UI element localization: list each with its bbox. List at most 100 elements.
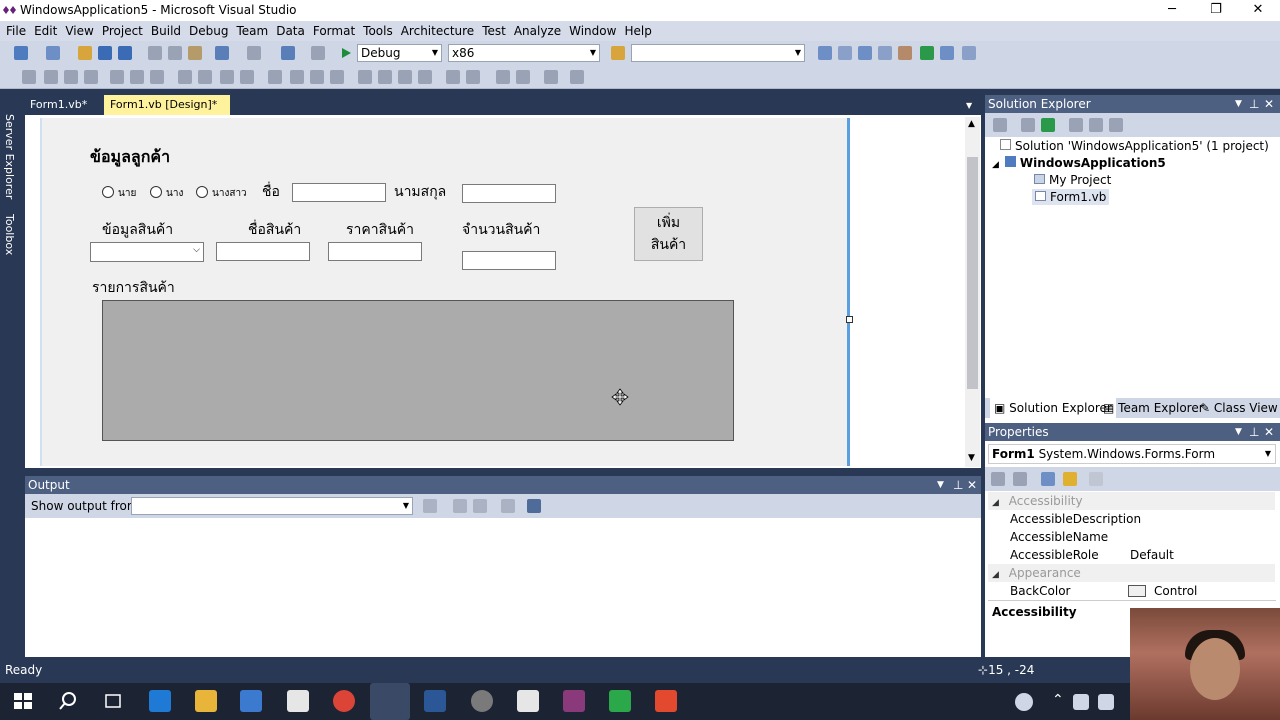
align-lefts-icon[interactable] (44, 70, 58, 84)
se-properties-icon[interactable] (993, 118, 1007, 132)
menu-team[interactable]: Team (232, 21, 272, 41)
close-button[interactable]: ✕ (1236, 0, 1280, 21)
navigate-backward-icon[interactable] (281, 46, 295, 60)
start-page-icon[interactable] (920, 46, 934, 60)
align-bottoms-icon[interactable] (150, 70, 164, 84)
find-combo[interactable]: ▼ (631, 44, 805, 62)
project-node[interactable]: ◢ WindowsApplication5 (992, 156, 1166, 170)
se-menu-icon[interactable]: ▼ (1235, 95, 1242, 113)
menu-help[interactable]: Help (620, 21, 655, 41)
tab-order-icon[interactable] (544, 70, 558, 84)
extension-manager-icon[interactable] (940, 46, 954, 60)
store-icon[interactable] (240, 690, 262, 712)
category-accessibility[interactable]: ◢ Accessibility (988, 492, 1275, 510)
tools-icon[interactable] (898, 46, 912, 60)
horizontal-spacing-icon[interactable] (268, 70, 282, 84)
events-icon[interactable] (1063, 472, 1077, 486)
menu-file[interactable]: File (2, 21, 30, 41)
camtasia-icon[interactable] (609, 690, 631, 712)
solution-node[interactable]: Solution 'WindowsApplication5' (1 projec… (1000, 139, 1269, 153)
radio-miss[interactable] (196, 186, 208, 198)
tray-chevron-icon[interactable]: ⌃ (1052, 692, 1064, 708)
center-vertically-icon[interactable] (466, 70, 480, 84)
toolbox-tab[interactable]: Toolbox (3, 214, 16, 255)
make-same-size-icon[interactable] (240, 70, 254, 84)
winrar-icon[interactable] (563, 690, 585, 712)
product-combobox[interactable]: ⌵ (90, 242, 204, 262)
next-message-icon[interactable] (473, 499, 487, 513)
platform-select[interactable]: x86 ▼ (448, 44, 600, 62)
menu-debug[interactable]: Debug (185, 21, 232, 41)
view-code-icon[interactable] (1069, 118, 1083, 132)
tab-form1-code[interactable]: Form1.vb* (24, 95, 93, 115)
menu-test[interactable]: Test (478, 21, 510, 41)
radio-mr[interactable] (102, 186, 114, 198)
menu-build[interactable]: Build (147, 21, 185, 41)
defender-icon[interactable] (517, 690, 539, 712)
people-icon[interactable] (1015, 693, 1033, 711)
align-to-grid-icon[interactable] (22, 70, 36, 84)
align-rights-icon[interactable] (84, 70, 98, 84)
save-icon[interactable] (98, 46, 112, 60)
refresh-icon[interactable] (1041, 118, 1055, 132)
bring-to-front-icon[interactable] (496, 70, 510, 84)
vertical-spacing-icon[interactable] (358, 70, 372, 84)
align-middles-icon[interactable] (130, 70, 144, 84)
alphabetical-icon[interactable] (1013, 472, 1027, 486)
start-debug-icon[interactable] (339, 46, 353, 60)
collapse-icon[interactable]: ◢ (992, 160, 999, 170)
last-name-input[interactable] (462, 184, 556, 203)
lock-controls-icon[interactable] (570, 70, 584, 84)
save-all-icon[interactable] (118, 46, 132, 60)
menu-window[interactable]: Window (565, 21, 620, 41)
decrease-vertical-spacing-icon[interactable] (398, 70, 412, 84)
scroll-thumb[interactable] (967, 157, 978, 389)
designer-vertical-scrollbar[interactable]: ▲ ▼ (965, 117, 980, 467)
prop-pin-icon[interactable]: ⊥ (1249, 423, 1259, 441)
tab-form1-design[interactable]: Form1.vb [Design]* ✕ (104, 95, 230, 131)
tab-solution-explorer[interactable]: ▣ Solution Explorer (990, 398, 1116, 418)
menu-architecture[interactable]: Architecture (397, 21, 478, 41)
open-file-icon[interactable] (78, 46, 92, 60)
prop-row-backcolor[interactable]: BackColor Control (988, 582, 1275, 600)
increase-horizontal-spacing-icon[interactable] (290, 70, 304, 84)
add-item-icon[interactable] (46, 46, 60, 60)
remove-horizontal-spacing-icon[interactable] (330, 70, 344, 84)
word-icon[interactable] (424, 690, 446, 712)
categorized-icon[interactable] (991, 472, 1005, 486)
volume-icon[interactable] (1073, 694, 1089, 710)
product-name-input[interactable] (216, 242, 310, 261)
tab-class-view[interactable]: ✎ Class View (1200, 398, 1278, 418)
menu-tools[interactable]: Tools (359, 21, 397, 41)
find-message-icon[interactable] (423, 499, 437, 513)
resize-handle[interactable] (846, 316, 853, 323)
layout-icon[interactable] (962, 46, 976, 60)
scroll-down-icon[interactable]: ▼ (968, 453, 975, 463)
menu-analyze[interactable]: Analyze (510, 21, 565, 41)
toolbox-icon[interactable] (878, 46, 892, 60)
task-view-icon[interactable] (102, 690, 124, 712)
make-same-height-icon[interactable] (220, 70, 234, 84)
increase-vertical-spacing-icon[interactable] (378, 70, 392, 84)
se-pin-icon[interactable]: ⊥ (1249, 95, 1259, 113)
tab-team-explorer[interactable]: ▤ Team Explorer (1103, 398, 1204, 418)
first-name-input[interactable] (292, 183, 386, 202)
prop-menu-icon[interactable]: ▼ (1235, 423, 1242, 441)
settings-icon[interactable] (471, 690, 493, 712)
cut-icon[interactable] (148, 46, 162, 60)
output-pin-icon[interactable]: ⊥ (953, 476, 963, 494)
edge-icon[interactable] (149, 690, 171, 712)
visual-studio-task-icon[interactable] (370, 683, 410, 720)
product-listbox[interactable] (102, 300, 734, 441)
menu-project[interactable]: Project (98, 21, 147, 41)
server-explorer-tab[interactable]: Server Explorer (3, 114, 16, 199)
undo-icon[interactable] (215, 46, 229, 60)
configuration-select[interactable]: Debug ▼ (357, 44, 442, 62)
se-close-icon[interactable]: ✕ (1264, 95, 1274, 113)
menu-edit[interactable]: Edit (30, 21, 61, 41)
category-appearance[interactable]: ◢ Appearance (988, 564, 1275, 582)
send-to-back-icon[interactable] (516, 70, 530, 84)
show-all-files-icon[interactable] (1021, 118, 1035, 132)
recorder-icon[interactable] (655, 690, 677, 712)
copy-icon[interactable] (168, 46, 182, 60)
